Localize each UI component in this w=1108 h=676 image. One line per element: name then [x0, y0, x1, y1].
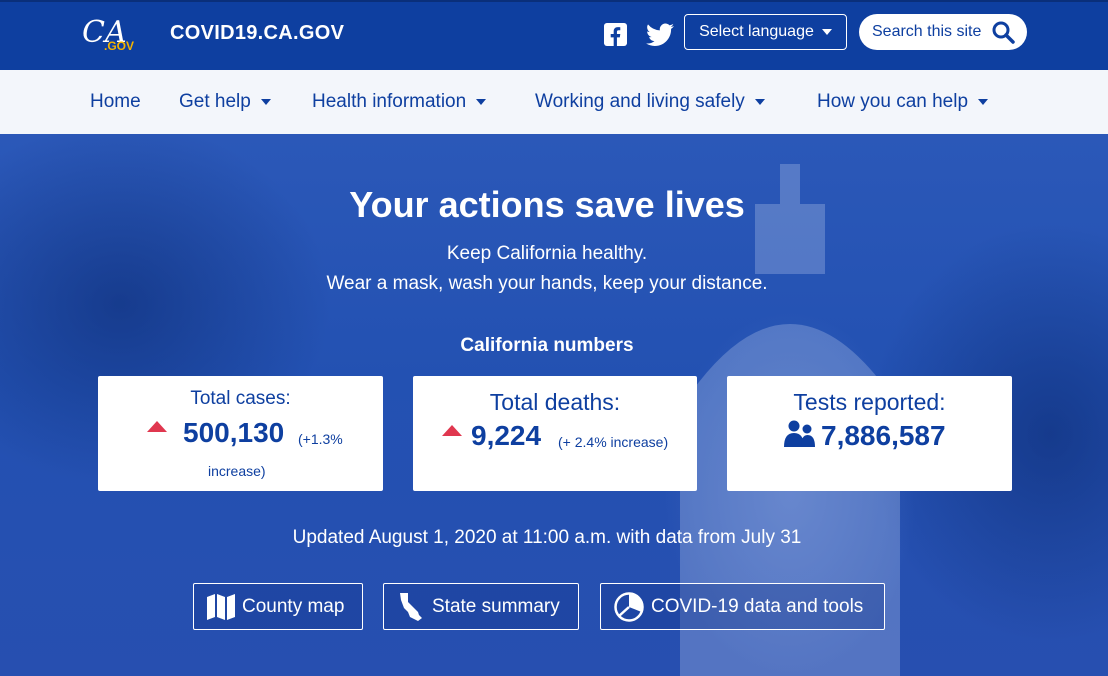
nav-item-label: Get help [179, 91, 251, 112]
main-nav: Home Get help Health information Working… [0, 70, 1108, 134]
search-icon [992, 21, 1016, 44]
tests-reported-value: 7,886,587 [821, 420, 946, 451]
state-summary-button[interactable]: State summary [383, 583, 579, 630]
updated-timestamp: Updated August 1, 2020 at 11:00 a.m. wit… [292, 527, 802, 548]
covid-data-tools-label: COVID-19 data and tools [651, 595, 864, 617]
search-button[interactable]: Search this site [859, 14, 1027, 50]
total-cases-label: Total cases: [190, 388, 291, 409]
state-summary-label: State summary [432, 595, 560, 617]
svg-text:.GOV: .GOV [104, 39, 134, 53]
pie-chart-icon [614, 591, 644, 622]
nav-item-label: Home [90, 91, 141, 112]
chevron-down-icon [821, 29, 832, 35]
total-cases-value: 500,130 [183, 417, 285, 448]
hero-subtitle-line2: Wear a mask, wash your hands, keep your … [326, 273, 768, 294]
nav-item-health-information[interactable]: Health information [312, 70, 487, 134]
people-icon [784, 420, 815, 447]
county-map-button[interactable]: County map [193, 583, 363, 630]
chevron-down-icon [260, 99, 271, 105]
nav-item-working-living-safely[interactable]: Working and living safely [535, 70, 765, 134]
total-deaths-change: (+ 2.4% increase) [558, 434, 669, 450]
chevron-down-icon [476, 99, 487, 105]
covid-data-tools-button[interactable]: COVID-19 data and tools [600, 583, 885, 630]
search-label: Search this site [872, 23, 982, 40]
ca-gov-logo[interactable]: CA .GOV [82, 12, 142, 56]
chevron-down-icon [978, 99, 989, 105]
total-deaths-value: 9,224 [471, 420, 542, 451]
facebook-icon[interactable] [604, 23, 627, 46]
total-deaths-card: Total deaths: 9,224 (+ 2.4% increase) [413, 376, 697, 491]
total-cases-change-cont: increase) [208, 463, 266, 479]
twitter-icon[interactable] [646, 23, 674, 47]
select-language-button[interactable]: Select language [684, 14, 847, 50]
trend-up-icon [147, 421, 167, 432]
total-cases-card: Total cases: 500,130 (+1.3% increase) [98, 376, 383, 491]
top-header: CA .GOV COVID19.CA.GOV Select language S… [0, 0, 1108, 70]
nav-item-get-help[interactable]: Get help [179, 70, 271, 134]
total-deaths-label: Total deaths: [489, 389, 621, 415]
numbers-heading: California numbers [460, 335, 634, 356]
hero-subtitle-line1: Keep California healthy. [446, 243, 648, 264]
county-map-label: County map [242, 595, 345, 617]
nav-item-home[interactable]: Home [90, 70, 141, 134]
tests-reported-card: Tests reported: 7,886,587 [727, 376, 1012, 491]
hero-title: Your actions save lives [349, 184, 745, 225]
nav-item-label: Health information [312, 91, 467, 112]
total-cases-change: (+1.3% [298, 431, 343, 447]
select-language-label: Select language [699, 23, 814, 40]
site-title[interactable]: COVID19.CA.GOV [170, 22, 344, 45]
nav-item-label: How you can help [817, 91, 969, 112]
chevron-down-icon [754, 99, 765, 105]
map-icon [207, 593, 235, 620]
tests-reported-label: Tests reported: [793, 389, 946, 415]
hero-section: Your actions save lives Keep California … [0, 134, 1108, 676]
california-icon [400, 592, 422, 621]
nav-item-how-you-can-help[interactable]: How you can help [817, 70, 989, 134]
trend-up-icon [442, 425, 462, 436]
nav-item-label: Working and living safely [535, 91, 745, 112]
